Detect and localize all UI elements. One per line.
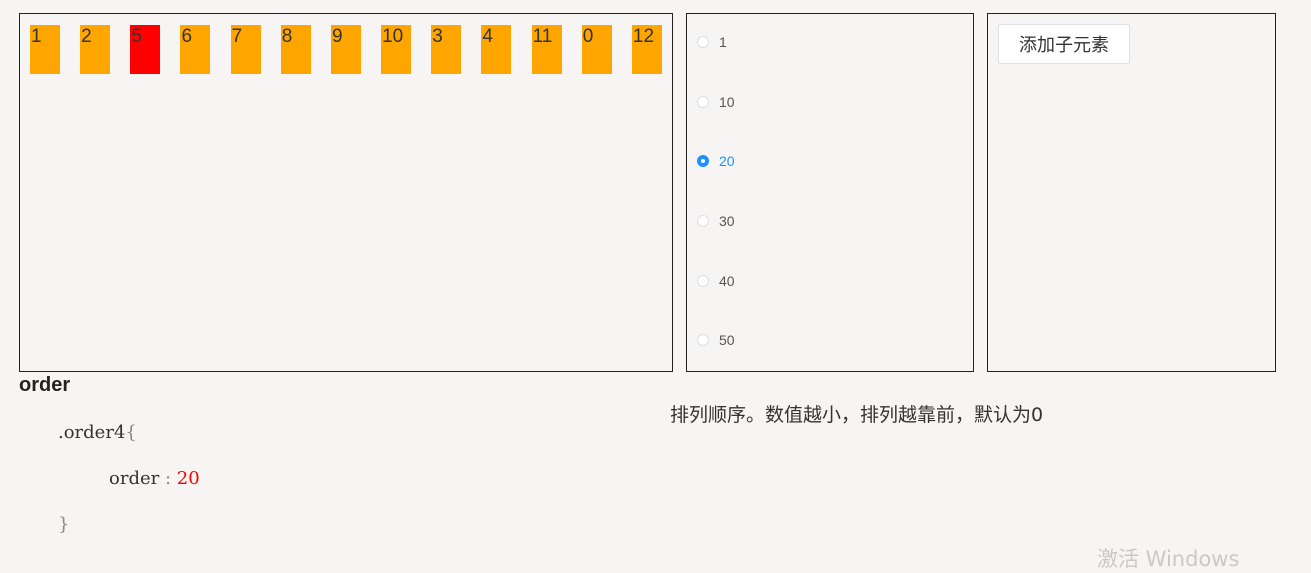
windows-activation-watermark: 激活 Windows — [1097, 547, 1240, 571]
order-radio-group: 1 10 20 30 40 50 — [697, 32, 735, 390]
code-open-brace: { — [125, 422, 137, 443]
flex-item[interactable]: 10 — [381, 25, 412, 74]
flex-item[interactable]: 8 — [280, 25, 311, 74]
radio-circle-icon[interactable] — [697, 95, 709, 108]
code-selector-line: .order4{ — [58, 421, 200, 467]
flex-items-row: 1 2 5 6 7 8 9 10 3 4 11 0 12 — [30, 25, 662, 74]
code-declaration-line: order : 20 — [58, 467, 200, 513]
flex-item[interactable]: 5 — [130, 25, 161, 74]
radio-option[interactable]: 30 — [697, 211, 735, 231]
flex-item[interactable]: 11 — [531, 25, 562, 74]
section-title: order — [19, 374, 71, 396]
radio-option[interactable]: 1 — [697, 32, 735, 52]
radio-circle-icon[interactable] — [697, 215, 709, 228]
radio-label: 40 — [719, 272, 735, 289]
radio-label: 20 — [719, 153, 735, 170]
code-selector: .order4 — [58, 422, 126, 443]
flex-item[interactable]: 2 — [80, 25, 111, 74]
flex-container-panel: 1 2 5 6 7 8 9 10 3 4 11 0 12 — [19, 13, 673, 372]
radio-label: 30 — [719, 213, 735, 230]
flex-item[interactable]: 9 — [330, 25, 361, 74]
flex-item[interactable]: 4 — [481, 25, 512, 74]
flex-item[interactable]: 3 — [431, 25, 462, 74]
flex-item[interactable]: 1 — [30, 25, 60, 74]
code-close-brace: } — [58, 514, 70, 535]
code-property: order — [109, 468, 160, 489]
flex-item[interactable]: 6 — [180, 25, 211, 74]
property-description: 排列顺序。数值越小，排列越靠前，默认为0 — [670, 404, 1044, 426]
code-colon: : — [159, 468, 177, 489]
css-code-block: .order4{ order : 20 } — [58, 421, 200, 559]
radio-label: 1 — [719, 34, 727, 50]
flex-item[interactable]: 0 — [581, 25, 612, 74]
radio-label: 10 — [719, 93, 735, 110]
flex-item[interactable]: 12 — [631, 25, 662, 74]
radio-circle-icon[interactable] — [697, 274, 709, 287]
code-close-line: } — [58, 513, 200, 559]
radio-circle-icon[interactable] — [697, 334, 709, 347]
radio-circle-icon[interactable] — [697, 155, 709, 168]
radio-option[interactable]: 50 — [697, 330, 735, 350]
radio-circle-icon[interactable] — [697, 36, 709, 48]
radio-option[interactable]: 10 — [697, 92, 735, 112]
flex-item[interactable]: 7 — [230, 25, 261, 74]
order-radio-panel: 1 10 20 30 40 50 — [686, 13, 974, 372]
action-panel: 添加子元素 — [987, 13, 1276, 372]
code-value: 20 — [176, 468, 200, 489]
radio-option[interactable]: 40 — [697, 271, 735, 291]
add-child-button[interactable]: 添加子元素 — [998, 24, 1130, 64]
radio-label: 50 — [719, 332, 735, 349]
radio-option[interactable]: 20 — [697, 151, 735, 171]
